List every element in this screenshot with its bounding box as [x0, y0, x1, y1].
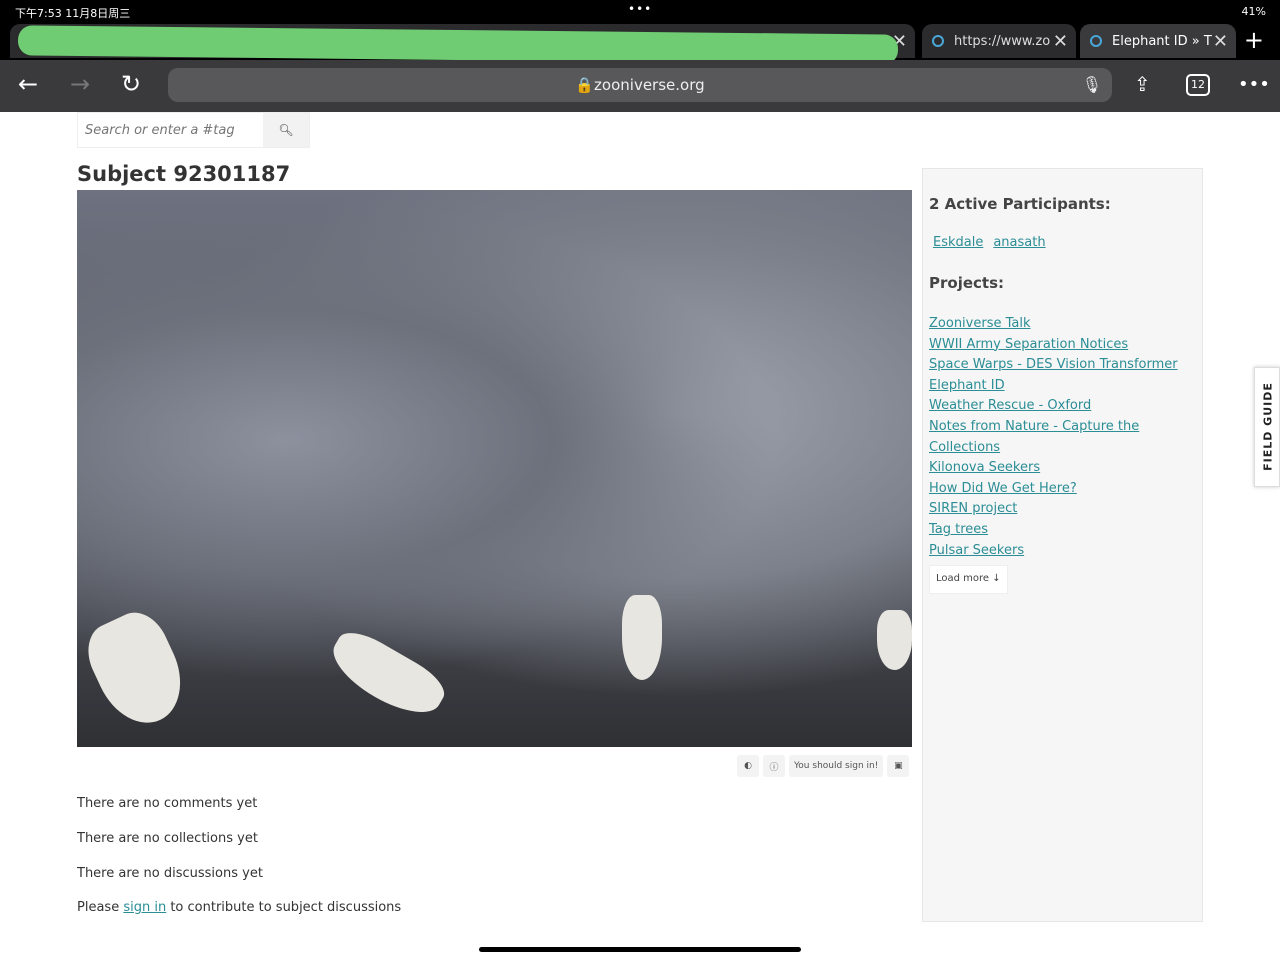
microphone-icon[interactable]: 🎙: [1082, 68, 1102, 102]
tusk: [877, 610, 912, 670]
sign-in-notice: You should sign in!: [789, 755, 884, 777]
sign-in-prompt: Please sign in to contribute to subject …: [77, 900, 401, 915]
project-link[interactable]: Kilonova Seekers: [929, 458, 1196, 479]
close-icon[interactable]: ✕: [1213, 31, 1228, 52]
search-form: 🔍︎: [77, 112, 310, 148]
no-discussions: There are no discussions yet: [77, 866, 263, 881]
project-link[interactable]: Elephant ID: [929, 376, 1196, 397]
project-link[interactable]: SIREN project: [929, 499, 1196, 520]
subject-image: [77, 190, 912, 747]
multitask-dots[interactable]: •••: [628, 2, 652, 16]
tusk: [77, 603, 197, 737]
no-comments: There are no comments yet: [77, 796, 258, 811]
project-link[interactable]: Notes from Nature - Capture the Collecti…: [929, 417, 1149, 458]
clock: 下午7:53 11月8日周三: [15, 7, 131, 20]
invert-contrast-button[interactable]: ◐: [737, 755, 759, 777]
home-indicator: [479, 947, 801, 952]
field-guide-label: FIELD GUIDE: [1261, 382, 1275, 471]
project-link[interactable]: Space Warps - DES Vision Transformer: [929, 355, 1196, 376]
load-more-button[interactable]: Load more ↓: [929, 565, 1008, 594]
search-icon: 🔍︎: [278, 123, 294, 137]
new-tab-button[interactable]: +: [1244, 26, 1264, 54]
prompt-text: Please: [77, 900, 124, 915]
tab-label: Elephant ID » T: [1112, 33, 1212, 49]
browser-toolbar: ← → ↻ 🔒zooniverse.org 🎙 ⇪ 12 •••: [0, 60, 1280, 112]
more-button[interactable]: •••: [1238, 74, 1270, 95]
participant-link[interactable]: Eskdale: [933, 235, 983, 250]
sign-in-link[interactable]: sign in: [123, 900, 166, 915]
project-link[interactable]: Pulsar Seekers: [929, 541, 1196, 562]
tusk: [322, 623, 452, 727]
tab-elephant-id[interactable]: Elephant ID » T ✕: [1080, 24, 1236, 58]
project-link[interactable]: Zooniverse Talk: [929, 314, 1196, 335]
tab-count-button[interactable]: 12: [1186, 74, 1210, 96]
compass-icon: [1090, 35, 1102, 47]
close-icon[interactable]: ✕: [1053, 31, 1068, 52]
tusk: [622, 595, 662, 680]
battery: 41%: [1241, 5, 1266, 18]
share-button[interactable]: ⇪: [1134, 72, 1151, 96]
project-link[interactable]: WWII Army Separation Notices: [929, 335, 1196, 356]
reload-button[interactable]: ↻: [121, 70, 141, 98]
project-link[interactable]: Weather Rescue - Oxford: [929, 396, 1196, 417]
info-button[interactable]: ⓘ: [763, 755, 785, 777]
image-icon-button[interactable]: ▣: [887, 755, 910, 777]
participants-heading: 2 Active Participants:: [929, 195, 1111, 213]
forward-button[interactable]: →: [70, 70, 90, 98]
compass-icon: [932, 35, 944, 47]
participants-list: Eskdale anasath: [929, 235, 1196, 250]
participant-link[interactable]: anasath: [993, 235, 1045, 250]
tab-zooniverse-url[interactable]: https://www.zo ✕: [922, 24, 1076, 58]
url-text: zooniverse.org: [594, 76, 705, 94]
project-link[interactable]: Tag trees: [929, 520, 1196, 541]
no-collections: There are no collections yet: [77, 831, 258, 846]
search-button[interactable]: 🔍︎: [263, 113, 309, 147]
search-input[interactable]: [78, 113, 263, 147]
address-bar[interactable]: 🔒zooniverse.org 🎙: [168, 68, 1112, 102]
field-guide-tab[interactable]: FIELD GUIDE: [1254, 367, 1280, 487]
page-title: Subject 92301187: [77, 162, 291, 186]
tab-bar: ✕ https://www.zo ✕ Elephant ID » T ✕ +: [0, 22, 1280, 65]
projects-heading: Projects:: [929, 274, 1004, 292]
prompt-text: to contribute to subject discussions: [166, 900, 402, 915]
projects-list: Zooniverse Talk WWII Army Separation Not…: [929, 314, 1196, 594]
subject-sidebar: 2 Active Participants: Eskdale anasath Pr…: [922, 168, 1203, 922]
status-bar: 下午7:53 11月8日周三 ••• 41%: [0, 0, 1280, 22]
image-toolbar: ◐ ⓘ You should sign in! ▣: [737, 755, 910, 777]
back-button[interactable]: ←: [18, 70, 38, 98]
tab-label: https://www.zo: [954, 33, 1051, 49]
project-link[interactable]: How Did We Get Here?: [929, 479, 1196, 500]
